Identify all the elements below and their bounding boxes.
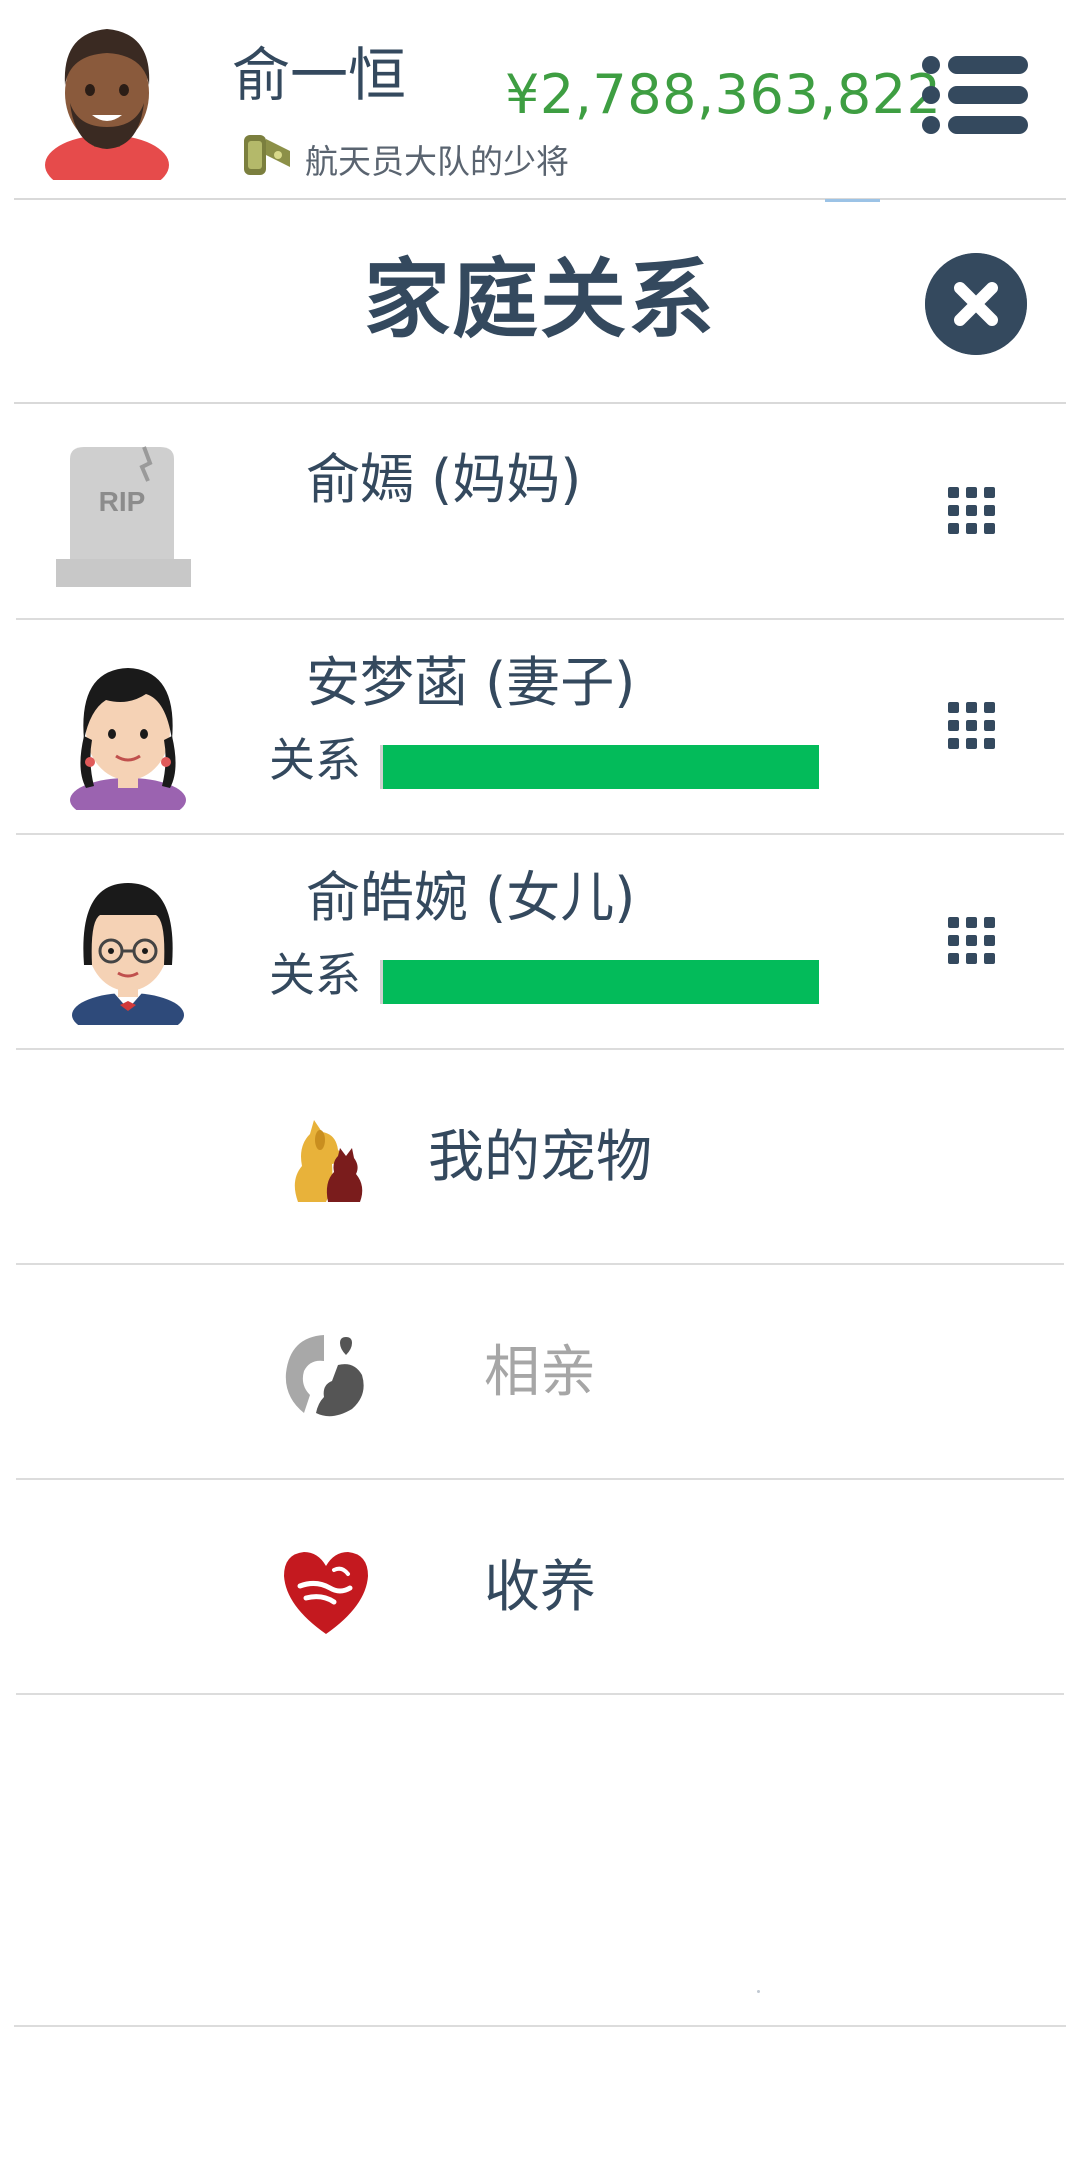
header-accent-line bbox=[825, 199, 880, 202]
daughter-avatar bbox=[72, 883, 184, 1025]
military-rank-icon bbox=[244, 135, 290, 175]
grid-dots-icon[interactable] bbox=[946, 915, 998, 967]
adoption-button[interactable]: 收养 bbox=[16, 1480, 1064, 1695]
top-header: 俞一恒 ¥2,788,363,822 航天员大队的少将 bbox=[0, 0, 1080, 200]
wife-avatar bbox=[70, 668, 186, 810]
relationship-bar bbox=[380, 960, 819, 1004]
relationship-bar-fill bbox=[383, 745, 819, 789]
grid-dots-icon[interactable] bbox=[946, 485, 998, 537]
family-member-name: 俞嫣 (妈妈) bbox=[306, 448, 582, 511]
tomb-text: RIP bbox=[99, 486, 146, 517]
rank-title: 航天员大队的少将 bbox=[305, 142, 569, 181]
family-member-name: 安梦菡 (妻子) bbox=[306, 651, 636, 714]
scroll-indicator-dot bbox=[757, 1990, 760, 1993]
relationship-label: 关系 bbox=[269, 733, 361, 787]
bottom-divider bbox=[14, 2025, 1066, 2027]
close-icon[interactable] bbox=[925, 253, 1027, 355]
dating-label: 相亲 bbox=[484, 1340, 596, 1405]
family-row-wife[interactable]: 安梦菡 (妻子) 关系 bbox=[16, 620, 1064, 835]
adoption-label: 收养 bbox=[484, 1555, 596, 1620]
family-member-name: 俞皓婉 (女儿) bbox=[306, 866, 636, 929]
relationship-bar-fill bbox=[383, 960, 819, 1004]
list-menu-icon[interactable] bbox=[920, 55, 1030, 135]
relationship-bar bbox=[380, 745, 819, 789]
dating-button[interactable]: 相亲 bbox=[16, 1265, 1064, 1480]
page-title: 家庭关系 bbox=[364, 250, 716, 350]
relationship-label: 关系 bbox=[269, 948, 361, 1002]
grid-dots-icon[interactable] bbox=[946, 700, 998, 752]
family-row-mother[interactable]: RIP 俞嫣 (妈妈) bbox=[16, 405, 1064, 620]
my-pets-label: 我的宠物 bbox=[428, 1125, 652, 1190]
title-divider bbox=[14, 402, 1066, 404]
player-name: 俞一恒 bbox=[232, 41, 407, 109]
my-pets-button[interactable]: 我的宠物 bbox=[16, 1050, 1064, 1265]
header-divider bbox=[14, 198, 1066, 200]
player-avatar[interactable] bbox=[40, 15, 175, 180]
tombstone-icon: RIP bbox=[56, 446, 191, 587]
row-divider bbox=[16, 1693, 1064, 1695]
money-balance: ¥2,788,363,822 bbox=[505, 63, 942, 126]
family-row-daughter[interactable]: 俞皓婉 (女儿) 关系 bbox=[16, 835, 1064, 1050]
